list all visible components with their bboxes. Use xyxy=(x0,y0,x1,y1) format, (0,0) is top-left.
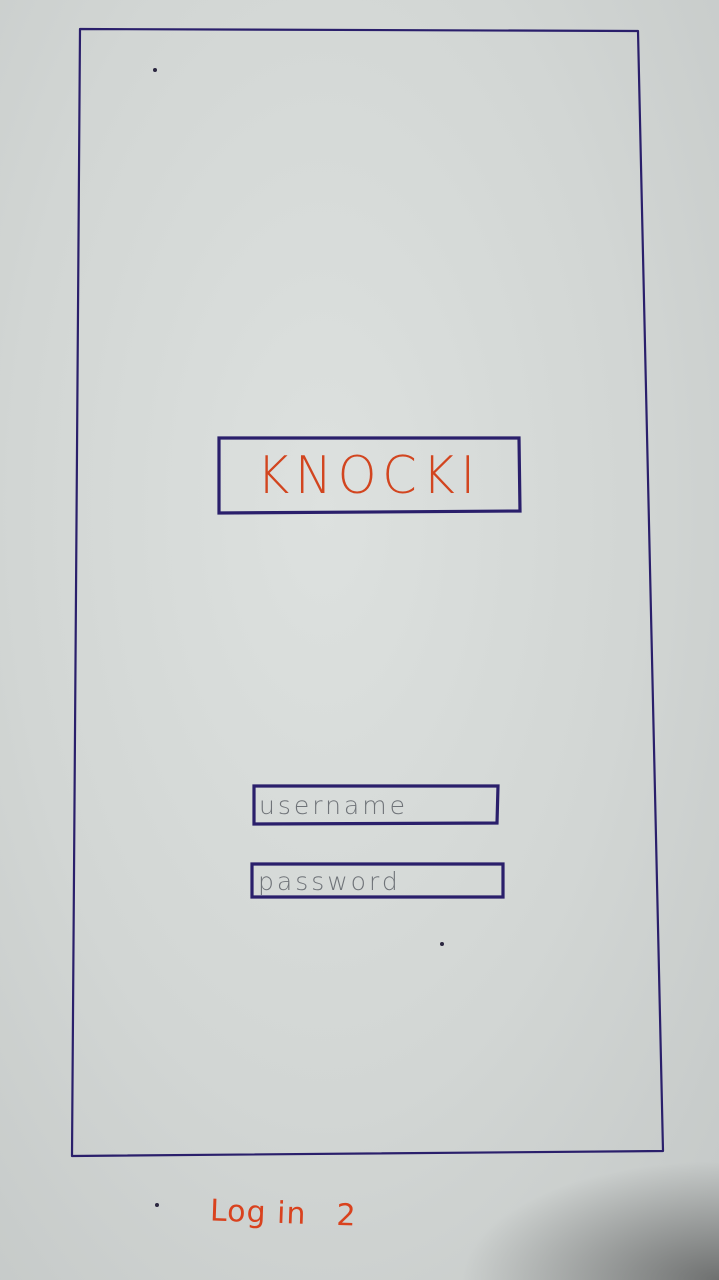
paper-shadow xyxy=(459,1160,719,1280)
app-logo: KNOCKI xyxy=(218,437,520,514)
sketch-caption: Log in 2 xyxy=(209,1193,357,1233)
username-placeholder: username xyxy=(259,790,408,820)
phone-frame xyxy=(70,27,665,1158)
ink-speck xyxy=(153,68,157,72)
ink-speck xyxy=(155,1203,159,1207)
caption-number: 2 xyxy=(335,1197,358,1234)
ink-speck xyxy=(440,942,444,946)
password-placeholder: password xyxy=(258,866,401,896)
wireframe-sketch xyxy=(70,27,665,1158)
username-field[interactable]: username xyxy=(253,787,498,823)
password-field[interactable]: password xyxy=(252,864,504,898)
app-logo-text: KNOCKI xyxy=(257,445,481,506)
caption-title: Log in xyxy=(209,1193,308,1232)
